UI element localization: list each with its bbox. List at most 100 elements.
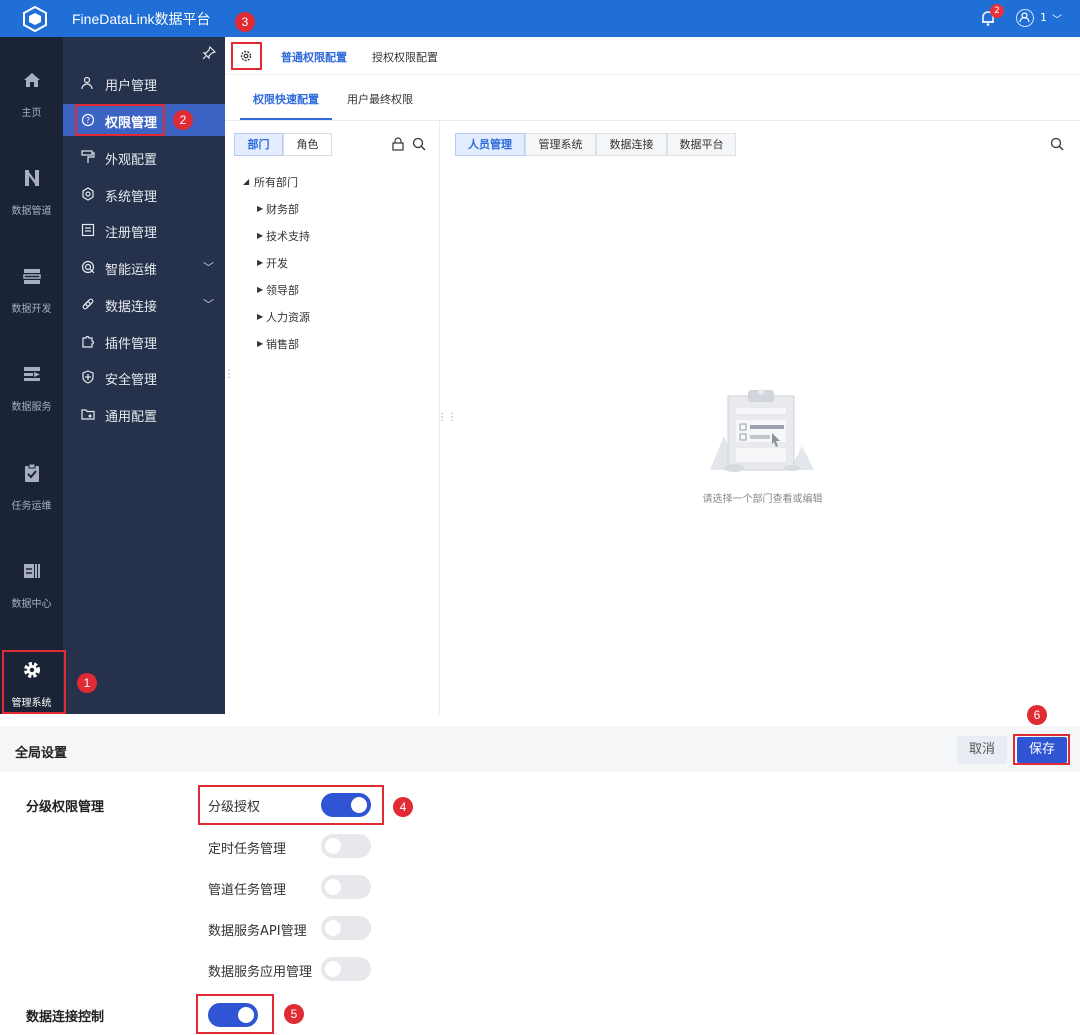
rail-item-label: 主页 <box>21 108 42 119</box>
tree-node[interactable]: 人力资源 <box>266 309 310 325</box>
caret-right-icon[interactable]: ▶ <box>257 285 263 294</box>
toggle-knob <box>325 838 341 854</box>
annotation-number: 5 <box>284 1004 304 1024</box>
toggle-api-management[interactable] <box>321 916 371 940</box>
search-icon[interactable] <box>1050 137 1064 151</box>
radar-icon <box>81 260 95 274</box>
shield-icon <box>82 370 94 384</box>
annotation-box <box>2 650 66 714</box>
annotation-number: 4 <box>393 797 413 817</box>
cancel-button[interactable]: 取消 <box>957 736 1007 764</box>
caret-right-icon[interactable]: ▶ <box>257 339 263 348</box>
user-icon <box>1019 12 1030 23</box>
tree-node[interactable]: 销售部 <box>266 336 299 352</box>
chevron-down-icon[interactable]: ﹀ <box>1052 11 1062 26</box>
chevron-down-icon: ﹀ <box>203 298 214 311</box>
empty-state-text: 请选择一个部门查看或编辑 <box>702 494 823 505</box>
tree-node[interactable]: 开发 <box>266 255 288 271</box>
tree-node[interactable]: 技术支持 <box>266 228 310 244</box>
tab-quick-config[interactable]: 权限快速配置 <box>253 91 319 107</box>
paint-roller-icon <box>81 150 95 163</box>
caret-right-icon[interactable]: ▶ <box>257 312 263 321</box>
task-icon <box>25 463 39 482</box>
annotation-number: 3 <box>235 12 255 32</box>
caret-right-icon[interactable]: ▶ <box>257 258 263 267</box>
sidebar-item-general[interactable]: 通用配置 <box>63 398 225 430</box>
dev-icon <box>23 269 41 284</box>
toggle-app-management[interactable] <box>321 957 371 981</box>
sidebar-item-smart-ops[interactable]: 智能运维 ﹀ <box>63 251 225 283</box>
option-label: 定时任务管理 <box>208 842 287 857</box>
rail-item-pipeline[interactable]: 数据管道 <box>0 168 63 238</box>
rail-item-dev[interactable]: 数据开发 <box>0 266 63 336</box>
option-label: 数据服务API管理 <box>208 924 307 939</box>
tab-normal-permission[interactable]: 普通权限配置 <box>281 49 347 65</box>
annotation-number: 6 <box>1027 705 1047 725</box>
tab-grant-permission[interactable]: 授权权限配置 <box>372 49 438 65</box>
caret-right-icon[interactable]: ▶ <box>257 204 263 213</box>
sidebar-item-system[interactable]: 系统管理 <box>63 178 225 210</box>
service-icon <box>24 367 40 381</box>
sidebar-item-registration[interactable]: 注册管理 <box>63 214 225 246</box>
annotation-box <box>196 994 274 1034</box>
annotation-box <box>231 42 262 70</box>
empty-clipboard-illustration <box>710 389 814 472</box>
toggle-knob <box>325 920 341 936</box>
sidebar-item-label: 外观配置 <box>105 153 158 168</box>
sidebar-item-label: 通用配置 <box>105 410 158 425</box>
rail-item-label: 数据中心 <box>11 599 52 610</box>
group-data-connection-control: 数据连接控制 <box>26 1010 105 1025</box>
register-icon <box>81 223 95 237</box>
rail-item-datacenter[interactable]: 数据中心 <box>0 561 63 631</box>
seg-role[interactable]: 角色 <box>283 133 332 156</box>
sidebar-item-label: 系统管理 <box>105 190 158 205</box>
option-label: 管道任务管理 <box>208 883 287 898</box>
rail-item-label: 数据管道 <box>11 206 52 217</box>
rail-item-label: 数据服务 <box>11 402 52 413</box>
lock-icon[interactable] <box>391 137 405 151</box>
settings-header <box>0 726 1080 772</box>
tab-data-platform[interactable]: 数据平台 <box>667 133 736 156</box>
tab-personnel[interactable]: 人员管理 <box>455 133 525 156</box>
rail-item-label: 任务运维 <box>11 501 52 512</box>
group-hierarchical-permission: 分级权限管理 <box>26 800 105 815</box>
user-name[interactable]: 1 <box>1040 11 1047 24</box>
tab-admin-system[interactable]: 管理系统 <box>525 133 596 156</box>
toggle-scheduled-task[interactable] <box>321 834 371 858</box>
caret-down-icon[interactable]: ◢ <box>243 177 249 186</box>
annotation-box <box>198 785 384 825</box>
tab-final-permission[interactable]: 用户最终权限 <box>347 91 413 107</box>
annotation-box <box>1013 734 1070 765</box>
annotation-number: 1 <box>77 673 97 693</box>
pin-icon[interactable] <box>202 46 216 60</box>
avatar[interactable] <box>1016 9 1034 27</box>
tab-data-connection[interactable]: 数据连接 <box>596 133 667 156</box>
sidebar-item-appearance[interactable]: 外观配置 <box>63 141 225 173</box>
rail-item-service[interactable]: 数据服务 <box>0 364 63 434</box>
sidebar-item-label: 插件管理 <box>105 337 158 352</box>
sidebar-item-security[interactable]: 安全管理 <box>63 361 225 393</box>
folder-gear-icon <box>81 409 95 420</box>
tree-root[interactable]: 所有部门 <box>254 174 298 190</box>
tree-node[interactable]: 领导部 <box>266 282 299 298</box>
gear-icon <box>82 187 94 201</box>
toggle-pipeline-task[interactable] <box>321 875 371 899</box>
sidebar-item-data-connection[interactable]: 数据连接 ﹀ <box>63 288 225 320</box>
rail-item-home[interactable]: 主页 <box>0 70 63 140</box>
caret-right-icon[interactable]: ▶ <box>257 231 263 240</box>
sidebar-item-plugins[interactable]: 插件管理 <box>63 325 225 357</box>
sidebar-item-users[interactable]: 用户管理 <box>63 67 225 99</box>
tree-node[interactable]: 财务部 <box>266 201 299 217</box>
resize-handle[interactable]: ⋮⋮ <box>437 412 457 423</box>
logo-icon <box>23 6 47 32</box>
puzzle-icon <box>82 335 95 348</box>
rail-item-task[interactable]: 任务运维 <box>0 463 63 533</box>
sidebar-item-label: 安全管理 <box>105 373 158 388</box>
toggle-knob <box>325 961 341 977</box>
app-title: FineDataLink数据平台 <box>72 11 211 27</box>
sidebar-resize-handle[interactable]: ⋮ <box>224 369 234 380</box>
user-icon <box>81 76 93 90</box>
seg-department[interactable]: 部门 <box>234 133 283 156</box>
option-label: 数据服务应用管理 <box>208 965 313 980</box>
search-icon[interactable] <box>412 137 426 151</box>
